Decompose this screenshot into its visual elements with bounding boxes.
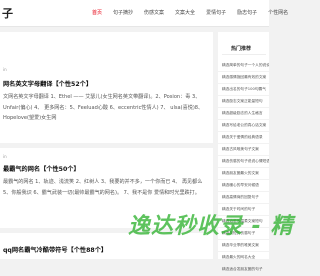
site-header: 子 首页 句子摘抄 伤感文案 文案大全 爱情句子 励志句子 个性网名	[0, 0, 288, 27]
sidebar-title: 热门推荐	[231, 46, 252, 52]
site-logo[interactable]: 子	[2, 5, 13, 21]
sidebar-item[interactable]: 精选超级励志的人生格言	[218, 108, 269, 120]
sidebar-item[interactable]: 精选最火的网名大全	[218, 252, 269, 264]
watermark: 逸达秒收录 - 精	[128, 214, 294, 239]
sidebar-list: 精选简单的句子一个人的说说心情 精选感情挽回最有效的文案 精选出名的句子100句…	[218, 60, 269, 276]
nav-home[interactable]: 首页	[92, 9, 102, 16]
main-nav: 首页 句子摘抄 伤感文案 文案大全 爱情句子 励志句子 个性网名	[92, 9, 299, 16]
post-meta: in	[3, 67, 7, 72]
nav-nicknames[interactable]: 个性网名	[268, 9, 288, 16]
divider	[0, 143, 213, 148]
nav-sad-copy[interactable]: 伤感文案	[144, 9, 164, 16]
post-meta: in	[3, 154, 7, 159]
sidebar-item[interactable]: 精选励志文案正能量短句	[218, 96, 269, 108]
nav-copy-collection[interactable]: 文案大全	[175, 9, 195, 16]
post-excerpt: 文网名英文字母翻译 1、Ethel —— 艾瑟儿(女生网名英文带翻译)。2、Po…	[3, 94, 204, 121]
sidebar-item[interactable]: 精选关于爱情的经典语录	[218, 132, 269, 144]
sidebar-item[interactable]: 精选写给老公的真心话文案	[218, 120, 269, 132]
sidebar-item[interactable]: 精选感情挽回最有效的文案	[218, 72, 269, 84]
post-title[interactable]: 最霸气的网名【个性50个】	[3, 164, 80, 173]
sidebar-item[interactable]: 精选伤感的句子说说心情短语	[218, 156, 269, 168]
sidebar-item[interactable]: 精选简单的句子一个人的说说心情	[218, 60, 269, 72]
sidebar-item[interactable]: 精选毕业季的唯美文案	[218, 240, 269, 252]
post-excerpt: 最霸气的网名 1、轨迹、浅流笑 2、红树人 3、我要的并不多，一个你而已 4、 …	[3, 179, 203, 196]
divider	[222, 54, 266, 55]
sidebar-item[interactable]: 精选出名的句子100句霸气	[218, 84, 269, 96]
post-title[interactable]: 网名英文字母翻译【个性52个】	[3, 79, 92, 88]
nav-love-sentences[interactable]: 爱情句子	[206, 9, 226, 16]
nav-excerpts[interactable]: 句子摘抄	[113, 9, 133, 16]
sidebar-item[interactable]: 精选暖心的早安问候语	[218, 180, 269, 192]
sidebar-item[interactable]: 精选古风唯美句子文案	[218, 144, 269, 156]
sidebar-item[interactable]: 精选高情商的回复句子	[218, 192, 269, 204]
nav-inspirational[interactable]: 励志句子	[237, 9, 257, 16]
sidebar-item[interactable]: 精选适合发朋友圈的句子	[218, 264, 269, 276]
post-title[interactable]: qq网名霸气冷酷带符号【个性88个】	[3, 245, 107, 254]
sidebar-item[interactable]: 精选朋友圈最火的文案	[218, 168, 269, 180]
